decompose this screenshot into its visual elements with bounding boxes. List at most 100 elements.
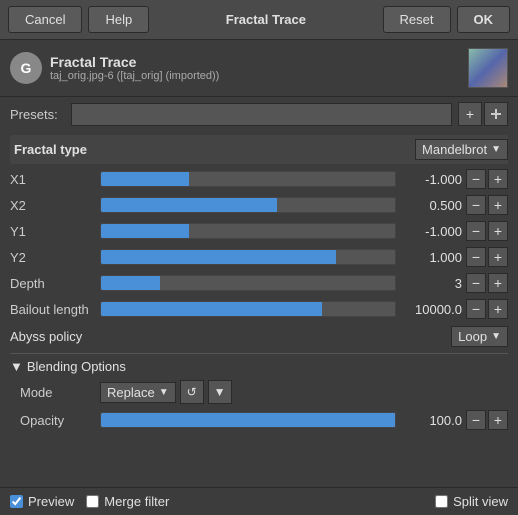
blend-mode-select[interactable]: Replace ▼: [100, 382, 176, 403]
blend-mode-dropdown-icon: ▼: [159, 387, 169, 398]
abyss-row: Abyss policy Loop ▼: [10, 322, 508, 351]
param-bar-fill-2: [101, 224, 189, 238]
param-bar-5[interactable]: [100, 301, 396, 317]
param-decrease-3[interactable]: −: [466, 247, 486, 267]
presets-label: Presets:: [10, 107, 65, 122]
abyss-value: Loop: [458, 329, 487, 344]
help-button[interactable]: Help: [88, 6, 149, 33]
param-row-x2: X2 0.500 − +: [10, 192, 508, 218]
param-bar-4[interactable]: [100, 275, 396, 291]
param-decrease-1[interactable]: −: [466, 195, 486, 215]
param-label-0: X1: [10, 172, 100, 187]
presets-row: Presets: +: [0, 97, 518, 131]
param-row-x1: X1 -1.000 − +: [10, 166, 508, 192]
param-decrease-0[interactable]: −: [466, 169, 486, 189]
split-view-checkbox-label[interactable]: Split view: [435, 494, 508, 509]
fractal-type-select[interactable]: Mandelbrot ▼: [415, 139, 508, 160]
param-increase-2[interactable]: +: [488, 221, 508, 241]
abyss-label: Abyss policy: [10, 329, 451, 344]
param-value-3: 1.000: [396, 250, 466, 265]
param-bar-0[interactable]: [100, 171, 396, 187]
opacity-bar-fill: [101, 413, 395, 427]
merge-filter-label: Merge filter: [104, 494, 169, 509]
split-view-checkbox[interactable]: [435, 495, 448, 508]
toolbar: Cancel Help Fractal Trace Reset OK: [0, 0, 518, 40]
param-value-4: 3: [396, 276, 466, 291]
blend-extra-icon: ▼: [214, 385, 226, 399]
preview-checkbox-label[interactable]: Preview: [10, 494, 74, 509]
header-text: Fractal Trace taj_orig.jpg-6 ([taj_orig]…: [50, 54, 460, 82]
param-bar-area-2: -1.000 − +: [100, 221, 508, 241]
abyss-select[interactable]: Loop ▼: [451, 326, 508, 347]
ok-button[interactable]: OK: [457, 6, 511, 33]
param-decrease-5[interactable]: −: [466, 299, 486, 319]
param-label-5: Bailout length: [10, 302, 100, 317]
opacity-decrease-button[interactable]: −: [466, 410, 486, 430]
presets-select[interactable]: [71, 103, 452, 126]
opacity-value: 100.0: [396, 413, 466, 428]
blend-extra-button[interactable]: ▼: [208, 380, 232, 404]
image-thumbnail: [468, 48, 508, 88]
footer: Preview Merge filter Split view: [0, 487, 518, 515]
param-bar-area-0: -1.000 − +: [100, 169, 508, 189]
header-info: G Fractal Trace taj_orig.jpg-6 ([taj_ori…: [0, 40, 518, 97]
opacity-increase-button[interactable]: +: [488, 410, 508, 430]
param-row-bailout-length: Bailout length 10000.0 − +: [10, 296, 508, 322]
param-controls-3: − +: [466, 247, 508, 267]
param-bar-area-1: 0.500 − +: [100, 195, 508, 215]
param-increase-3[interactable]: +: [488, 247, 508, 267]
param-increase-4[interactable]: +: [488, 273, 508, 293]
opacity-label: Opacity: [20, 413, 100, 428]
fractal-type-value: Mandelbrot: [422, 142, 487, 157]
param-bar-fill-4: [101, 276, 160, 290]
blend-select-area: Replace ▼ ↺ ▼: [100, 380, 508, 404]
param-bar-3[interactable]: [100, 249, 396, 265]
opacity-controls: − +: [466, 410, 508, 430]
split-view-label: Split view: [453, 494, 508, 509]
blend-reset-button[interactable]: ↺: [180, 380, 204, 404]
param-controls-4: − +: [466, 273, 508, 293]
param-bar-fill-1: [101, 198, 277, 212]
param-bar-area-5: 10000.0 − +: [100, 299, 508, 319]
param-controls-0: − +: [466, 169, 508, 189]
param-increase-0[interactable]: +: [488, 169, 508, 189]
param-increase-1[interactable]: +: [488, 195, 508, 215]
param-row-y2: Y2 1.000 − +: [10, 244, 508, 270]
presets-add-button[interactable]: +: [458, 102, 482, 126]
merge-filter-checkbox-label[interactable]: Merge filter: [86, 494, 169, 509]
plugin-subtitle: taj_orig.jpg-6 ([taj_orig] (imported)): [50, 70, 460, 82]
param-bar-area-3: 1.000 − +: [100, 247, 508, 267]
reset-button[interactable]: Reset: [383, 6, 451, 33]
param-increase-5[interactable]: +: [488, 299, 508, 319]
param-bar-1[interactable]: [100, 197, 396, 213]
opacity-bar-area: 100.0 − +: [100, 410, 508, 430]
merge-filter-checkbox[interactable]: [86, 495, 99, 508]
param-decrease-4[interactable]: −: [466, 273, 486, 293]
param-decrease-2[interactable]: −: [466, 221, 486, 241]
plugin-title: Fractal Trace: [50, 54, 460, 70]
preview-label: Preview: [28, 494, 74, 509]
delete-icon: [490, 108, 502, 120]
cancel-button[interactable]: Cancel: [8, 6, 82, 33]
param-controls-1: − +: [466, 195, 508, 215]
param-value-2: -1.000: [396, 224, 466, 239]
opacity-bar[interactable]: [100, 412, 396, 428]
opacity-row: Opacity 100.0 − +: [20, 407, 508, 433]
blending-section-label: Blending Options: [27, 359, 126, 374]
plugin-icon: G: [10, 52, 42, 84]
param-controls-2: − +: [466, 221, 508, 241]
blend-mode-label: Mode: [20, 385, 100, 400]
preview-checkbox[interactable]: [10, 495, 23, 508]
toolbar-title: Fractal Trace: [155, 12, 376, 27]
blending-section-header[interactable]: ▼ Blending Options: [10, 353, 508, 377]
presets-delete-button[interactable]: [484, 102, 508, 126]
param-bar-fill-3: [101, 250, 336, 264]
param-bar-fill-0: [101, 172, 189, 186]
param-bar-2[interactable]: [100, 223, 396, 239]
blending-collapse-icon: ▼: [10, 359, 23, 374]
param-value-1: 0.500: [396, 198, 466, 213]
param-row-depth: Depth 3 − +: [10, 270, 508, 296]
param-value-5: 10000.0: [396, 302, 466, 317]
fractal-type-label: Fractal type: [10, 142, 415, 157]
presets-buttons: +: [458, 102, 508, 126]
